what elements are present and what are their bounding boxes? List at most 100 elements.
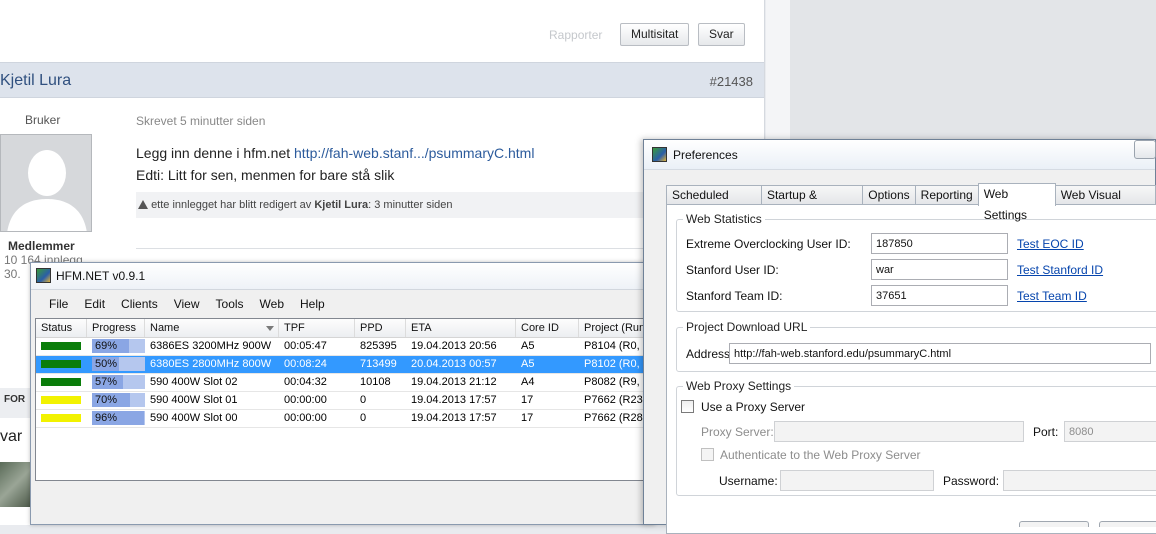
progress-bar: 57% [92, 375, 145, 389]
tab-reporting[interactable]: Reporting [914, 185, 979, 205]
status-indicator [41, 360, 81, 368]
progress-cell: 70% [87, 392, 145, 409]
author-role: Bruker [25, 113, 61, 127]
ppd-cell: 0 [360, 394, 367, 406]
hfm-titlebar[interactable]: HFM.NET v0.9.1 [31, 263, 654, 290]
ok-button[interactable] [1019, 521, 1089, 527]
core-id-cell: A5 [521, 340, 535, 352]
sidebar-thumbnail[interactable] [0, 462, 30, 507]
tab-options[interactable]: Options [862, 185, 916, 205]
tab-web-settings[interactable]: Web Settings [977, 183, 1056, 222]
post-text: Legg inn denne i hfm.net [136, 145, 295, 161]
progress-cell: 57% [87, 374, 145, 391]
status-indicator [41, 342, 81, 350]
table-row[interactable]: 50% 6380ES 2800MHz 800W 00:08:24 713499 20.0… [36, 356, 651, 374]
port-input[interactable] [1064, 421, 1156, 442]
hfm-app-icon [36, 268, 51, 283]
eoc-id-label: Extreme Overclocking User ID: [686, 237, 851, 251]
author-group: Medlemmer [8, 239, 75, 253]
post-link[interactable]: http://fah-web.stanf.../psummaryC.html [294, 145, 534, 161]
port-label: Port: [1033, 425, 1059, 439]
column-ppd[interactable]: PPD [355, 319, 406, 337]
username-input[interactable] [780, 470, 934, 491]
project-cell: P7662 (R23, [584, 394, 646, 406]
progress-cell: 50% [87, 356, 145, 373]
authenticate-checkbox[interactable] [701, 448, 714, 461]
avatar[interactable] [0, 134, 92, 232]
tab-scheduled-tasks[interactable]: Scheduled Tasks [666, 185, 762, 220]
grid-header: Status Progress Name TPF PPD ETA Core ID… [36, 319, 651, 338]
reply-button[interactable]: Svar [698, 23, 745, 46]
stanford-user-id-label: Stanford User ID: [686, 263, 779, 277]
grid-rows: 69% 6386ES 3200MHz 900W 00:05:47 825395 19.0… [36, 338, 651, 428]
tab-web-visual-styles[interactable]: Web Visual Styles [1054, 185, 1156, 220]
progress-text: 69% [95, 340, 118, 352]
core-id-cell: A5 [521, 358, 535, 370]
status-indicator [41, 414, 81, 422]
ppd-cell: 0 [360, 412, 367, 424]
report-link[interactable]: Rapporter [549, 28, 602, 42]
address-input[interactable] [729, 343, 1151, 364]
edit-author[interactable]: Kjetil Lura [314, 199, 368, 211]
column-project[interactable]: Project (Run [579, 319, 651, 337]
web-proxy-legend: Web Proxy Settings [683, 379, 795, 393]
prefs-app-icon [652, 147, 667, 162]
use-proxy-checkbox[interactable] [681, 400, 694, 413]
prefs-titlebar[interactable]: Preferences [644, 140, 1156, 170]
stanford-team-id-input[interactable] [871, 285, 1008, 306]
status-cell [36, 392, 87, 409]
menu-edit[interactable]: Edit [76, 297, 113, 311]
stanford-user-id-input[interactable] [871, 259, 1008, 280]
proxy-server-input[interactable] [774, 421, 1024, 442]
test-eoc-id-link[interactable]: Test EOC ID [1017, 237, 1084, 251]
menu-clients[interactable]: Clients [113, 297, 166, 311]
default-avatar-icon [1, 135, 91, 231]
post-edit-text: Edti: Litt for sen, menmen for bare stå … [136, 167, 395, 183]
column-core-id[interactable]: Core ID [516, 319, 579, 337]
table-row[interactable]: 96% 590 400W Slot 00 00:00:00 0 19.04.2013 1… [36, 410, 651, 428]
table-row[interactable]: 57% 590 400W Slot 02 00:04:32 10108 19.04.20… [36, 374, 651, 392]
cancel-button[interactable] [1099, 521, 1156, 527]
column-eta[interactable]: ETA [406, 319, 516, 337]
eta-cell: 19.04.2013 17:57 [411, 412, 497, 424]
name-cell: 590 400W Slot 02 [150, 376, 238, 388]
menu-help[interactable]: Help [292, 297, 333, 311]
project-cell: P7662 (R28, [584, 412, 646, 424]
project-cell: P8104 (R0, C [584, 340, 651, 352]
table-row[interactable]: 69% 6386ES 3200MHz 900W 00:05:47 825395 19.0… [36, 338, 651, 356]
menu-web[interactable]: Web [252, 297, 292, 311]
authenticate-label[interactable]: Authenticate to the Web Proxy Server [720, 448, 921, 462]
post-header: Kjetil Lura #21438 [0, 62, 764, 98]
tpf-cell: 00:04:32 [284, 376, 327, 388]
post-author[interactable]: Kjetil Lura [0, 72, 71, 90]
ppd-cell: 10108 [360, 376, 391, 388]
test-team-id-link[interactable]: Test Team ID [1017, 289, 1087, 303]
status-cell [36, 410, 87, 427]
close-button[interactable] [1134, 140, 1156, 159]
name-cell: 6380ES 2800MHz 800W [150, 358, 272, 370]
use-proxy-label[interactable]: Use a Proxy Server [701, 400, 805, 414]
status-cell [36, 374, 87, 391]
tpf-cell: 00:08:24 [284, 358, 327, 370]
test-stanford-id-link[interactable]: Test Stanford ID [1017, 263, 1103, 277]
column-name[interactable]: Name [145, 319, 279, 337]
progress-bar: 69% [92, 339, 145, 353]
multiquote-button[interactable]: Multisitat [620, 23, 690, 46]
progress-bar: 50% [92, 357, 145, 371]
edit-warning-icon [138, 200, 148, 209]
column-tpf[interactable]: TPF [279, 319, 355, 337]
progress-text: 57% [95, 376, 118, 388]
tab-startup-external[interactable]: Startup & External [760, 185, 864, 220]
password-input[interactable] [1003, 470, 1156, 491]
progress-bar: 96% [92, 411, 145, 425]
menu-tools[interactable]: Tools [208, 297, 252, 311]
menu-view[interactable]: View [166, 297, 208, 311]
column-status[interactable]: Status [36, 319, 87, 337]
eta-cell: 20.04.2013 00:57 [411, 358, 497, 370]
address-label: Address: [686, 347, 734, 361]
menu-file[interactable]: File [41, 297, 76, 311]
post-number[interactable]: #21438 [710, 74, 753, 89]
eoc-id-input[interactable] [871, 233, 1008, 254]
table-row[interactable]: 70% 590 400W Slot 01 00:00:00 0 19.04.2013 1… [36, 392, 651, 410]
column-progress[interactable]: Progress [87, 319, 145, 337]
